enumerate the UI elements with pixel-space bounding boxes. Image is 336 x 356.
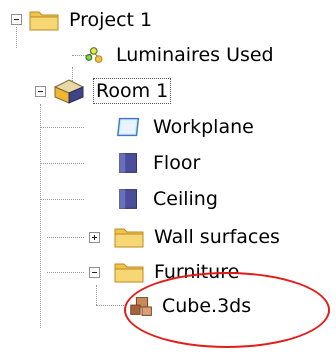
tree-connector xyxy=(16,27,17,48)
workplane-icon xyxy=(116,117,140,137)
tree-item-label: Luminaires Used xyxy=(116,44,274,66)
tree-item-label: Room 1 xyxy=(93,78,172,104)
folder-icon xyxy=(114,228,144,248)
luminaires-icon xyxy=(85,47,103,63)
tree-connector xyxy=(40,199,84,200)
tree-item-workplane[interactable]: Workplane xyxy=(114,112,254,142)
tree-item-ceiling[interactable]: Ceiling xyxy=(114,184,218,214)
expand-toggle-project[interactable] xyxy=(11,14,22,25)
tree-item-wall-surfaces[interactable]: Wall surfaces xyxy=(113,222,280,252)
expand-toggle-room[interactable] xyxy=(35,86,46,97)
tree-item-luminaires[interactable]: Luminaires Used xyxy=(84,40,274,70)
expand-toggle-wall-surfaces[interactable] xyxy=(89,232,100,243)
highlight-oval xyxy=(124,272,330,348)
tree-item-floor[interactable]: Floor xyxy=(114,148,200,178)
tree-connector xyxy=(40,127,84,128)
tree-item-room[interactable]: Room 1 xyxy=(52,76,172,106)
folder-icon xyxy=(29,11,59,31)
tree-connector xyxy=(40,104,41,328)
tree-connector xyxy=(47,237,84,238)
tree-item-label: Floor xyxy=(153,152,201,174)
tree-item-label: Workplane xyxy=(153,116,254,138)
surface-icon xyxy=(119,153,137,173)
expand-toggle-furniture[interactable] xyxy=(89,267,100,278)
tree-item-label: Ceiling xyxy=(153,188,218,210)
tree-item-label: Wall surfaces xyxy=(154,226,280,248)
tree-connector xyxy=(47,272,84,273)
tree-connector xyxy=(96,305,126,306)
folder-icon xyxy=(114,263,144,283)
tree-item-project[interactable]: Project 1 xyxy=(28,5,152,35)
tree-connector xyxy=(96,285,97,305)
surface-icon xyxy=(119,189,137,209)
tree-item-label: Project 1 xyxy=(69,9,153,31)
room-box-icon xyxy=(53,79,85,104)
tree-connector xyxy=(40,163,84,164)
